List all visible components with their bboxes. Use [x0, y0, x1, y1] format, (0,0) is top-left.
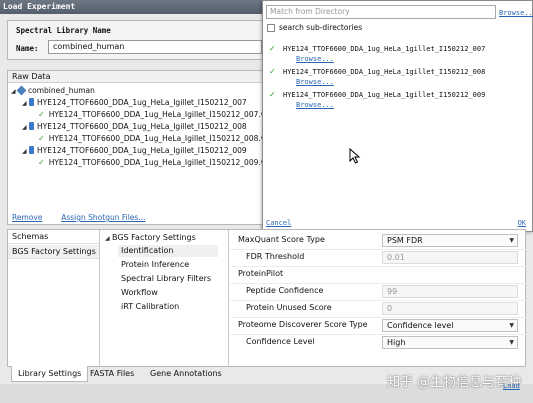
tree-run-2[interactable]: ◢ HYE124_TTOF6600_DDA_1ug_HeLa_Igillet_I1…	[22, 121, 247, 132]
window-title: Load Experiment	[0, 0, 262, 14]
spectral-library-title: Spectral Library Name	[16, 26, 111, 35]
fdr-label: FDR Threshold	[246, 252, 305, 261]
browse-directory-link[interactable]: Browse...	[499, 9, 533, 17]
confidence-level-label: Confidence Level	[246, 337, 315, 346]
maxquant-select[interactable]: PSM FDR ▼	[382, 234, 518, 247]
tab-library-settings[interactable]: Library Settings	[11, 366, 89, 382]
dropdown-arrow-icon: ▼	[509, 339, 514, 346]
protein-unused-input[interactable]: 0	[382, 302, 518, 315]
proteome-discoverer-value: Confidence level	[387, 321, 454, 330]
file-label: HYE124_TTOF6600_DDA_1ug_HeLa_Igillet_I15…	[48, 110, 275, 119]
tab-gene-annotations[interactable]: Gene Annotations	[144, 366, 228, 382]
confidence-level-select[interactable]: High ▼	[382, 336, 518, 349]
popup-file-3: ✓ HYE124_TTOF6600_DDA_1ug_HeLa_1gillet_I…	[269, 90, 528, 110]
tree-root-label: combined_human	[28, 86, 95, 95]
tree-run-1[interactable]: ◢ HYE124_TTOF6600_DDA_1ug_HeLa_Igillet_I1…	[22, 97, 247, 108]
check-icon: ✓	[38, 134, 45, 143]
proteome-discoverer-row: Proteome Discoverer Score Type Confidenc…	[230, 317, 526, 334]
maxquant-row: MaxQuant Score Type PSM FDR ▼	[230, 232, 526, 249]
tab-fasta-files[interactable]: FASTA Files	[84, 366, 140, 382]
check-icon: ✓	[38, 110, 45, 119]
proteome-discoverer-select[interactable]: Confidence level ▼	[382, 319, 518, 332]
check-icon: ✓	[269, 67, 276, 76]
bgs-item-irt-calibration[interactable]: iRT Calibration	[121, 301, 179, 313]
mouse-cursor-icon	[349, 148, 361, 164]
proteinpilot-label: ProteinPilot	[238, 269, 284, 278]
section-schemas[interactable]: Schemas	[8, 230, 99, 244]
popup-file-name: HYE124_TTOF6600_DDA_1ug_HeLa_1gillet_I15…	[283, 45, 486, 53]
raw-data-actions: Remove Assign Shotgun Files...	[12, 213, 145, 222]
subdirectories-label: search sub-directories	[279, 23, 363, 32]
remove-link[interactable]: Remove	[12, 213, 42, 222]
settings-area: Schemas BGS Factory Settings ◢ BGS Factor…	[7, 229, 526, 367]
check-icon: ✓	[269, 90, 276, 99]
popup-file-browse-link[interactable]: Browse...	[296, 54, 528, 64]
bgs-item-spectral-library-filters[interactable]: Spectral Library Filters	[121, 273, 211, 285]
popup-file-browse-link[interactable]: Browse...	[296, 100, 528, 110]
tree-root[interactable]: ◢ combined_human	[11, 85, 95, 96]
expand-arrow-icon[interactable]: ◢	[22, 98, 29, 109]
expand-arrow-icon[interactable]: ◢	[22, 146, 29, 157]
popup-file-name: HYE124_TTOF6600_DDA_1ug_HeLa_1gillet_I15…	[283, 91, 486, 99]
file-label: HYE124_TTOF6600_DDA_1ug_HeLa_Igillet_I15…	[48, 134, 275, 143]
run-icon	[29, 98, 34, 106]
maxquant-value: PSM FDR	[387, 236, 423, 245]
run-label: HYE124_TTOF6600_DDA_1ug_HeLa_Igillet_I15…	[37, 146, 247, 155]
protein-unused-label: Protein Unused Score	[246, 303, 332, 312]
bgs-settings-tree: ◢ BGS Factory Settings Identification Pro…	[101, 230, 229, 366]
file-label: HYE124_TTOF6600_DDA_1ug_HeLa_Igillet_I15…	[48, 158, 275, 167]
tree-file-3[interactable]: ✓ HYE124_TTOF6600_DDA_1ug_HeLa_Igillet_I1…	[38, 157, 274, 168]
maxquant-label: MaxQuant Score Type	[238, 235, 325, 244]
library-name-input[interactable]: combined_human	[48, 40, 262, 54]
fdr-row: FDR Threshold 0.01	[230, 249, 526, 266]
bgs-tree-header-label: BGS Factory Settings	[112, 233, 196, 242]
ok-link[interactable]: OK	[518, 219, 526, 227]
section-bgs-factory-settings[interactable]: BGS Factory Settings	[8, 245, 99, 259]
spectral-library-panel: Spectral Library Name Name: combined_hum…	[7, 20, 265, 60]
protein-unused-row: Protein Unused Score 0	[230, 300, 526, 317]
experiment-icon	[16, 85, 27, 96]
expand-arrow-icon[interactable]: ◢	[22, 122, 29, 133]
peptide-confidence-input[interactable]: 99	[382, 285, 518, 298]
check-icon: ✓	[269, 44, 276, 53]
peptide-confidence-row: Peptide Confidence 99	[230, 283, 526, 300]
peptide-confidence-label: Peptide Confidence	[246, 286, 324, 295]
popup-file-name: HYE124_TTOF6600_DDA_1ug_HeLa_1gillet_I15…	[283, 68, 486, 76]
fdr-input[interactable]: 0.01	[382, 251, 518, 264]
bgs-item-workflow[interactable]: Workflow	[121, 287, 158, 299]
dropdown-arrow-icon: ▼	[509, 237, 514, 244]
directory-search-input[interactable]: Match from Directory	[266, 5, 496, 19]
subdirectories-checkbox[interactable]	[267, 24, 275, 32]
bgs-item-identification[interactable]: Identification	[118, 245, 218, 257]
assign-shotgun-files-link[interactable]: Assign Shotgun Files...	[61, 213, 145, 222]
tree-file-1[interactable]: ✓ HYE124_TTOF6600_DDA_1ug_HeLa_Igillet_I1…	[38, 109, 274, 120]
raw-data-header: Raw Data	[8, 71, 264, 83]
confidence-level-row: Confidence Level High ▼	[230, 334, 526, 351]
settings-sections: Schemas BGS Factory Settings	[8, 230, 100, 366]
run-label: HYE124_TTOF6600_DDA_1ug_HeLa_Igillet_I15…	[37, 98, 247, 107]
load-button[interactable]: Load	[503, 382, 520, 390]
run-icon	[29, 122, 34, 130]
proteinpilot-row: ProteinPilot	[230, 266, 526, 283]
identification-properties: MaxQuant Score Type PSM FDR ▼ FDR Thresh…	[230, 230, 526, 366]
dropdown-arrow-icon: ▼	[509, 322, 514, 329]
library-name-label: Name:	[16, 44, 39, 53]
expand-arrow-icon[interactable]: ◢	[105, 233, 112, 245]
popup-file-2: ✓ HYE124_TTOF6600_DDA_1ug_HeLa_1gillet_I…	[269, 67, 528, 87]
tree-file-2[interactable]: ✓ HYE124_TTOF6600_DDA_1ug_HeLa_Igillet_I1…	[38, 133, 274, 144]
bgs-item-protein-inference[interactable]: Protein Inference	[121, 259, 189, 271]
proteome-discoverer-label: Proteome Discoverer Score Type	[238, 320, 368, 329]
popup-file-browse-link[interactable]: Browse...	[296, 77, 528, 87]
check-icon: ✓	[38, 158, 45, 167]
tree-run-3[interactable]: ◢ HYE124_TTOF6600_DDA_1ug_HeLa_Igillet_I1…	[22, 145, 247, 156]
run-label: HYE124_TTOF6600_DDA_1ug_HeLa_Igillet_I15…	[37, 122, 247, 131]
watermark-text: 知乎 @生物信息与育种	[387, 375, 522, 390]
popup-file-1: ✓ HYE124_TTOF6600_DDA_1ug_HeLa_1gillet_I…	[269, 44, 528, 64]
bgs-tree-header[interactable]: ◢ BGS Factory Settings	[105, 232, 196, 245]
raw-data-panel: Raw Data ◢ combined_human ◢ HYE124_TTOF660…	[7, 70, 274, 225]
match-directory-popup: Match from Directory Browse... search su…	[262, 0, 533, 232]
confidence-level-value: High	[387, 338, 406, 347]
run-icon	[29, 146, 34, 154]
cancel-link[interactable]: Cancel	[266, 219, 291, 227]
